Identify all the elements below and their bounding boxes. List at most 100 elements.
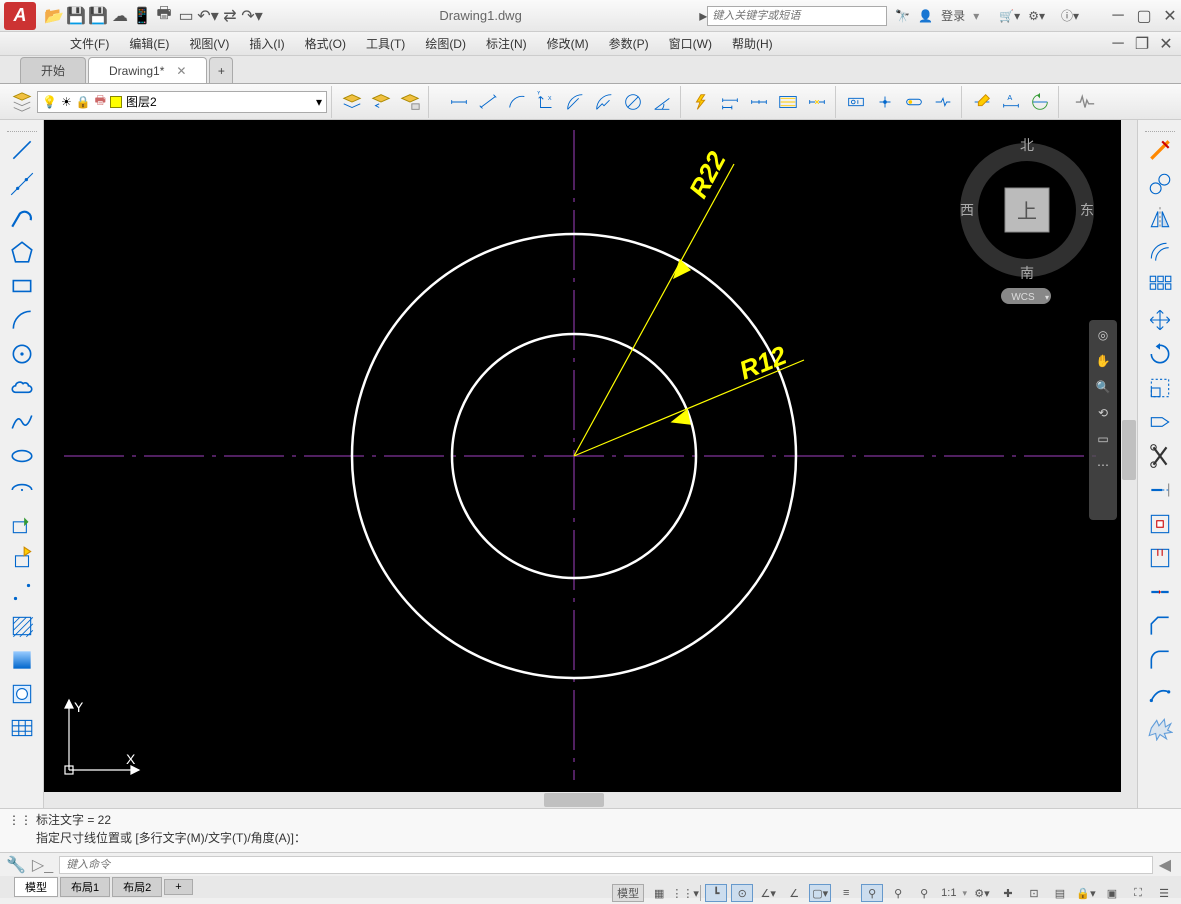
ellipse-tool[interactable] [5,440,39,472]
layer-dropdown-icon[interactable]: ▾ [316,95,322,109]
rotate-tool[interactable] [1143,338,1177,370]
tab-drawing1[interactable]: Drawing1*✕ [88,57,207,83]
tab-start[interactable]: 开始 [20,57,86,83]
status-clean-icon[interactable]: ⛶ [1127,884,1149,902]
arc-tool[interactable] [5,304,39,336]
tolerance-icon[interactable] [842,88,870,116]
layout-2[interactable]: 布局2 [112,877,162,897]
status-model[interactable]: 模型 [612,884,644,902]
dim-angular-icon[interactable] [648,88,676,116]
hatch-tool[interactable] [5,610,39,642]
user-icon[interactable]: 👤 [918,9,933,23]
menu-help[interactable]: 帮助(H) [722,35,783,52]
status-annomonitor-icon[interactable]: ✚ [997,884,1019,902]
nav-more-icon[interactable]: ⋯ [1094,456,1112,474]
status-osnap-icon[interactable]: ▢▾ [809,884,831,902]
mdi-close[interactable]: ✕ [1155,35,1177,53]
menu-modify[interactable]: 修改(M) [537,35,599,52]
layout-1[interactable]: 布局1 [60,877,110,897]
rectangle-tool[interactable] [5,270,39,302]
make-block-tool[interactable] [5,542,39,574]
break-tool[interactable] [1143,542,1177,574]
exchange-icon[interactable]: 🛒▾ [999,9,1020,23]
status-units-icon[interactable]: ⊡ [1023,884,1045,902]
menu-format[interactable]: 格式(O) [295,35,356,52]
revision-cloud-tool[interactable] [5,372,39,404]
status-isolate-icon[interactable]: ▣ [1101,884,1123,902]
cmd-tool-icon[interactable]: 🔧 [6,855,26,875]
point-tool[interactable] [5,576,39,608]
close-button[interactable]: ✕ [1159,7,1181,25]
region-tool[interactable] [5,678,39,710]
drawing-canvas[interactable]: R22 R12 X Y [44,120,1137,808]
nav-wheel-icon[interactable]: ◎ [1094,326,1112,344]
trim-tool[interactable] [1143,440,1177,472]
tab-add[interactable]: + [209,57,233,83]
status-ortho-icon[interactable]: ┗ [705,884,727,902]
status-iso-icon[interactable]: ∠▾ [757,884,779,902]
command-input[interactable] [59,856,1153,874]
help-icon[interactable]: ⓘ▾ [1061,7,1079,24]
share-icon[interactable]: ⇄ [220,6,240,26]
offset-tool[interactable] [1143,236,1177,268]
mdi-minimize[interactable]: ─ [1107,35,1129,53]
menu-view[interactable]: 视图(V) [179,35,239,52]
status-scale[interactable]: 1:1 [939,884,958,902]
dim-update-icon[interactable] [1026,88,1054,116]
dim-radius-icon[interactable] [561,88,589,116]
spline-tool[interactable] [5,406,39,438]
status-lock-icon[interactable]: 🔒▾ [1075,884,1097,902]
dim-linear-icon[interactable] [445,88,473,116]
chamfer-tool[interactable] [1143,610,1177,642]
mirror-tool[interactable] [1143,202,1177,234]
search-launch-icon[interactable]: 🔭 [895,9,910,23]
heartbeat-icon[interactable] [1071,88,1099,116]
fillet-tool[interactable] [1143,644,1177,676]
ellipse-arc-tool[interactable] [5,474,39,506]
horizontal-scrollbar[interactable] [44,792,1121,808]
dim-baseline-icon[interactable] [716,88,744,116]
join-tool[interactable] [1143,576,1177,608]
dim-edit-icon[interactable] [968,88,996,116]
quick-dim-icon[interactable] [687,88,715,116]
menu-window[interactable]: 窗口(W) [659,35,722,52]
copy-tool[interactable] [1143,168,1177,200]
status-annoauto-icon[interactable]: ⚲ [913,884,935,902]
cmd-grip[interactable]: ⋮⋮ [8,811,32,829]
menu-draw[interactable]: 绘图(D) [415,35,476,52]
undo-icon[interactable]: ↶▾ [198,6,218,26]
open-icon[interactable]: 📂 [44,6,64,26]
dim-jogged-icon[interactable] [590,88,618,116]
center-mark-icon[interactable] [871,88,899,116]
save-icon[interactable]: 💾 [66,6,86,26]
layer-selector[interactable]: 💡 ☀ 🔒 🖶 图层2 ▾ [37,91,327,113]
insert-block-tool[interactable] [5,508,39,540]
app-logo[interactable]: A [4,2,36,30]
dim-arc-icon[interactable] [503,88,531,116]
gradient-tool[interactable] [5,644,39,676]
vertical-scrollbar[interactable] [1121,120,1137,792]
tab-close-icon[interactable]: ✕ [176,64,186,78]
dim-aligned-icon[interactable] [474,88,502,116]
inspect-icon[interactable] [900,88,928,116]
navigation-bar[interactable]: ◎ ✋ 🔍 ⟲ ▭ ⋯ [1089,320,1117,520]
status-annovis-icon[interactable]: ⚲ [887,884,909,902]
status-lwt-icon[interactable]: ≡ [835,884,857,902]
construction-line-tool[interactable] [5,168,39,200]
saveas-icon[interactable]: 💾 [88,6,108,26]
dim-space-icon[interactable] [774,88,802,116]
scale-tool[interactable] [1143,372,1177,404]
menu-dim[interactable]: 标注(N) [476,35,537,52]
search-input[interactable] [707,6,887,26]
status-polar-icon[interactable]: ⊙ [731,884,753,902]
erase-tool[interactable] [1143,134,1177,166]
dim-ordinate-icon[interactable]: XY [532,88,560,116]
status-track-icon[interactable]: ∠ [783,884,805,902]
redo-icon[interactable]: ↷▾ [242,6,262,26]
circle-tool[interactable] [5,338,39,370]
layer-previous-icon[interactable] [367,88,395,116]
dim-diameter-icon[interactable] [619,88,647,116]
login-link[interactable]: 登录 [941,7,965,24]
blend-tool[interactable] [1143,678,1177,710]
table-tool[interactable] [5,712,39,744]
